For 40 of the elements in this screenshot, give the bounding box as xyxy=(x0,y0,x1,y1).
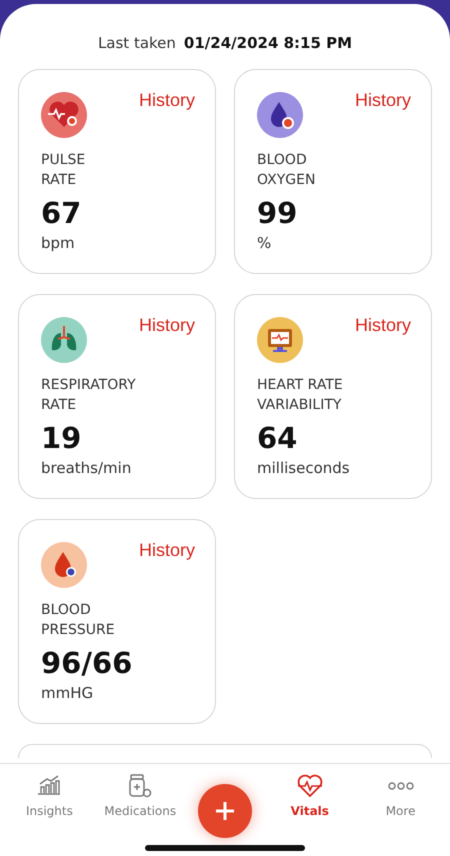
vital-card[interactable]: History PULSE RATE 67 bpm xyxy=(18,69,216,274)
monitor-icon xyxy=(257,317,303,363)
vital-card[interactable]: History BLOOD OXYGEN 99 % xyxy=(234,69,432,274)
history-link[interactable]: History xyxy=(138,315,195,336)
vital-value: 99 xyxy=(257,196,298,230)
tab-item[interactable]: Insights xyxy=(4,764,95,819)
more-icon xyxy=(386,781,415,791)
vital-card[interactable]: History BLOOD PRESSURE 96/66 mmHG xyxy=(18,519,216,724)
vital-title: BLOOD OXYGEN xyxy=(257,151,316,190)
vital-value: 96/66 xyxy=(41,646,134,680)
vital-card[interactable]: History HEART RATE VARIABILITY 64 milliseconds xyxy=(234,294,432,499)
history-link[interactable]: History xyxy=(138,540,195,561)
vital-unit: bpm xyxy=(41,234,76,252)
heart-pulse-icon xyxy=(41,92,87,138)
heart-pulse-icon xyxy=(296,772,324,800)
add-button[interactable] xyxy=(198,784,252,838)
droplet-icon xyxy=(257,92,303,138)
history-link[interactable]: History xyxy=(354,315,411,336)
vital-unit: mmHG xyxy=(41,684,94,702)
tab-item[interactable]: Vitals xyxy=(264,764,356,819)
last-taken-time: 01/24/2024 8:15 PM xyxy=(184,34,352,52)
vital-card[interactable]: History RESPIRATORY RATE 19 breaths/min xyxy=(18,294,216,499)
vital-unit: milliseconds xyxy=(257,459,351,477)
vital-title: BLOOD PRESSURE xyxy=(41,601,116,640)
vital-value: 19 xyxy=(41,421,82,455)
vital-unit: % xyxy=(257,234,272,252)
history-link[interactable]: History xyxy=(138,90,195,111)
tab-item[interactable]: More xyxy=(355,764,446,819)
lungs-icon xyxy=(41,317,87,363)
droplet-icon xyxy=(41,542,87,588)
history-link[interactable]: History xyxy=(354,90,411,111)
tab-item[interactable]: Medications xyxy=(94,764,186,819)
vital-value: 64 xyxy=(257,421,298,455)
last-taken-label: Last taken xyxy=(98,34,176,52)
vital-unit: breaths/min xyxy=(41,459,132,477)
vital-title: PULSE RATE xyxy=(41,151,86,190)
vital-value: 67 xyxy=(41,196,82,230)
plus-icon xyxy=(214,800,236,822)
vital-title: HEART RATE VARIABILITY xyxy=(257,376,344,415)
vital-title: RESPIRATORY RATE xyxy=(41,376,137,415)
